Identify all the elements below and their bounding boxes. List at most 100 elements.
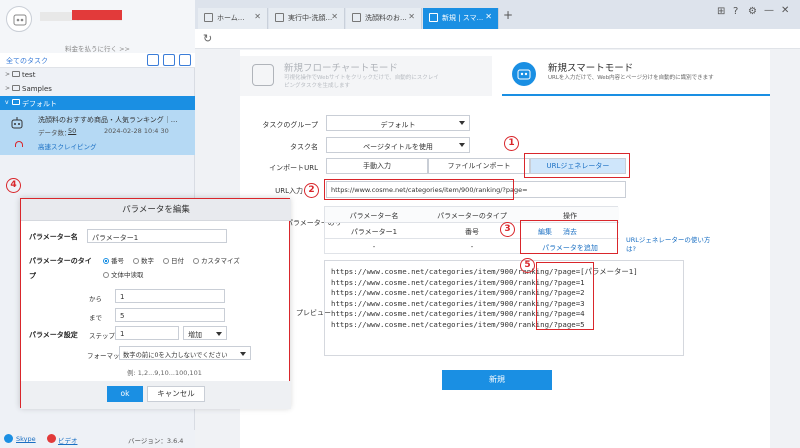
new-tab-icon[interactable]: +: [503, 8, 513, 22]
folder-label: デフォルト: [22, 100, 57, 108]
data-count[interactable]: 50: [68, 127, 76, 135]
folder-label: test: [22, 71, 36, 79]
header-name: パラメーター名: [349, 212, 399, 220]
export-icon[interactable]: [179, 54, 191, 66]
data-count-label: データ数：: [38, 129, 71, 137]
video-link[interactable]: ビデオ: [58, 435, 78, 445]
to-label: まで: [89, 314, 102, 322]
all-tasks-label[interactable]: 全てのタスク: [6, 56, 48, 66]
annotation-2: 2: [304, 183, 319, 198]
cancel-button[interactable]: キャンセル: [147, 386, 205, 402]
type-radio-number[interactable]: 番号: [103, 255, 124, 265]
close-icon[interactable]: ✕: [254, 12, 261, 21]
flowchart-mode-sub: 可視化操作でWebサイトをクリックだけで、自動的にスクレイピングタスクを生成しま…: [284, 75, 439, 89]
tab-home[interactable]: ホーム... ✕: [198, 8, 268, 29]
step-input[interactable]: 1: [115, 326, 179, 340]
group-label: タスクのグループ: [262, 121, 318, 129]
to-input[interactable]: 5: [115, 308, 225, 322]
close-icon[interactable]: ✕: [408, 12, 415, 21]
param-name-label: パラメーター名: [29, 233, 78, 241]
task-date: 2024-02-28 10:4 30: [104, 127, 169, 135]
speed-label[interactable]: 高速スクレイピング: [38, 141, 97, 151]
step-label: ステップ: [89, 332, 115, 340]
type-radio-custom[interactable]: カスタマイズ: [193, 255, 240, 265]
close-icon[interactable]: ✕: [331, 12, 338, 21]
help-link[interactable]: URLジェネレーターの使い方は?: [626, 236, 716, 254]
folder-icon: [12, 71, 20, 77]
flowchart-mode-title: 新規フローチャートモード: [284, 63, 398, 74]
format-select[interactable]: 数字の前に0を入力しないでください: [119, 346, 251, 360]
format-value: 数字の前に0を入力しないでください: [123, 352, 228, 359]
upgrade-link[interactable]: 料金を払うに行く >>: [0, 43, 195, 53]
page-icon: [352, 13, 361, 22]
avatar[interactable]: [6, 6, 32, 32]
task-name-select[interactable]: ページタイトルを使用: [326, 137, 470, 153]
folder-default[interactable]: v デフォルト: [0, 96, 195, 110]
tab-label: 洗顔料のお...: [365, 14, 407, 22]
manual-input-button[interactable]: 手動入力: [326, 158, 428, 174]
folder-test[interactable]: > test: [0, 68, 195, 82]
flowchart-mode-card[interactable]: 新規フローチャートモード 可視化操作でWebサイトをクリックだけで、自動的にスク…: [240, 56, 492, 96]
create-button[interactable]: 新規: [442, 370, 552, 390]
ok-button[interactable]: ok: [107, 386, 143, 402]
param-type: -: [470, 243, 474, 251]
chevron-right-icon: >: [5, 85, 11, 92]
file-import-button[interactable]: ファイルインポート: [428, 158, 530, 174]
radio-icon: [103, 272, 109, 278]
home-icon: [204, 13, 213, 22]
tab-new-smart[interactable]: 新規 | スマ... ✕: [423, 8, 499, 29]
highlight-box-1: [524, 153, 630, 178]
task-item[interactable]: 洗顔料のおすすめ商品・人気ランキング｜... データ数： 50 2024-02-…: [0, 110, 195, 155]
gift-icon[interactable]: ⊞: [717, 6, 725, 17]
minimize-icon[interactable]: —: [764, 5, 774, 16]
refresh-icon[interactable]: ↻: [203, 32, 212, 45]
dialog-title: パラメータを編集: [21, 199, 291, 221]
add-task-icon[interactable]: [163, 54, 175, 66]
skype-link[interactable]: Skype: [16, 435, 36, 443]
address-bar: ↻: [195, 29, 800, 49]
step-mode-value: 増加: [188, 331, 202, 339]
param-type-label: パラメーターのタイ: [29, 257, 92, 265]
edit-parameter-dialog: パラメータを編集 パラメーター名 パラメーター1 パラメーターのタイ プ 番号 …: [20, 198, 291, 409]
smart-mode-sub: URLを入力だけで、Web内容とページ分けを自動的に識別できます: [548, 75, 714, 81]
step-value: 1: [120, 330, 125, 338]
folder-icon: [12, 85, 20, 91]
annotation-5: 5: [520, 258, 535, 273]
task-title: 洗顔料のおすすめ商品・人気ランキング｜...: [38, 116, 178, 124]
page-icon: [275, 13, 284, 22]
smart-mode-card[interactable]: 新規スマートモード URLを入力だけで、Web内容とページ分けを自動的に識別でき…: [502, 56, 770, 96]
chevron-down-icon: [240, 352, 246, 356]
flowchart-icon: [252, 64, 274, 86]
tab-running[interactable]: 実行中-洗顔... ✕: [269, 8, 345, 29]
sidebar-header: 料金を払うに行く >>: [0, 0, 195, 55]
window-close-icon[interactable]: ✕: [781, 5, 789, 16]
step-mode-select[interactable]: 増加: [183, 326, 227, 340]
folder-samples[interactable]: > Samples: [0, 82, 195, 96]
tab-face-wash[interactable]: 洗顔料のお... ✕: [346, 8, 422, 29]
annotation-1: 1: [504, 136, 519, 151]
annotation-4: 4: [6, 178, 21, 193]
help-icon[interactable]: ?: [733, 6, 738, 17]
preview-box: https://www.cosme.net/categories/item/90…: [324, 260, 684, 356]
annotation-3: 3: [500, 222, 515, 237]
type-radio-date[interactable]: 日付: [163, 255, 184, 265]
group-select[interactable]: デフォルト: [326, 115, 470, 131]
username-redacted-mark: [72, 10, 122, 20]
param-name-input[interactable]: パラメーター1: [87, 229, 227, 243]
type-radio-digit[interactable]: 数字: [133, 255, 154, 265]
highlight-box-5: [536, 262, 594, 330]
radio-icon: [193, 258, 199, 264]
param-settings-label: パラメータ設定: [29, 331, 78, 339]
close-icon[interactable]: ✕: [485, 12, 492, 21]
sidebar-footer: Skype ビデオ バージョン：3.6.4: [0, 430, 195, 448]
settings-icon[interactable]: ⚙: [748, 6, 757, 17]
chevron-right-icon: >: [5, 71, 11, 78]
task-toolbar: 全てのタスク: [0, 53, 195, 68]
from-input[interactable]: 1: [115, 289, 225, 303]
to-value: 5: [120, 312, 125, 320]
download-icon[interactable]: [147, 54, 159, 66]
type-radio-text[interactable]: 文体中读取: [103, 269, 144, 279]
tab-label: 新規 | スマ...: [442, 14, 484, 22]
robot-icon: [11, 117, 23, 129]
highlight-box-2: [324, 179, 514, 200]
